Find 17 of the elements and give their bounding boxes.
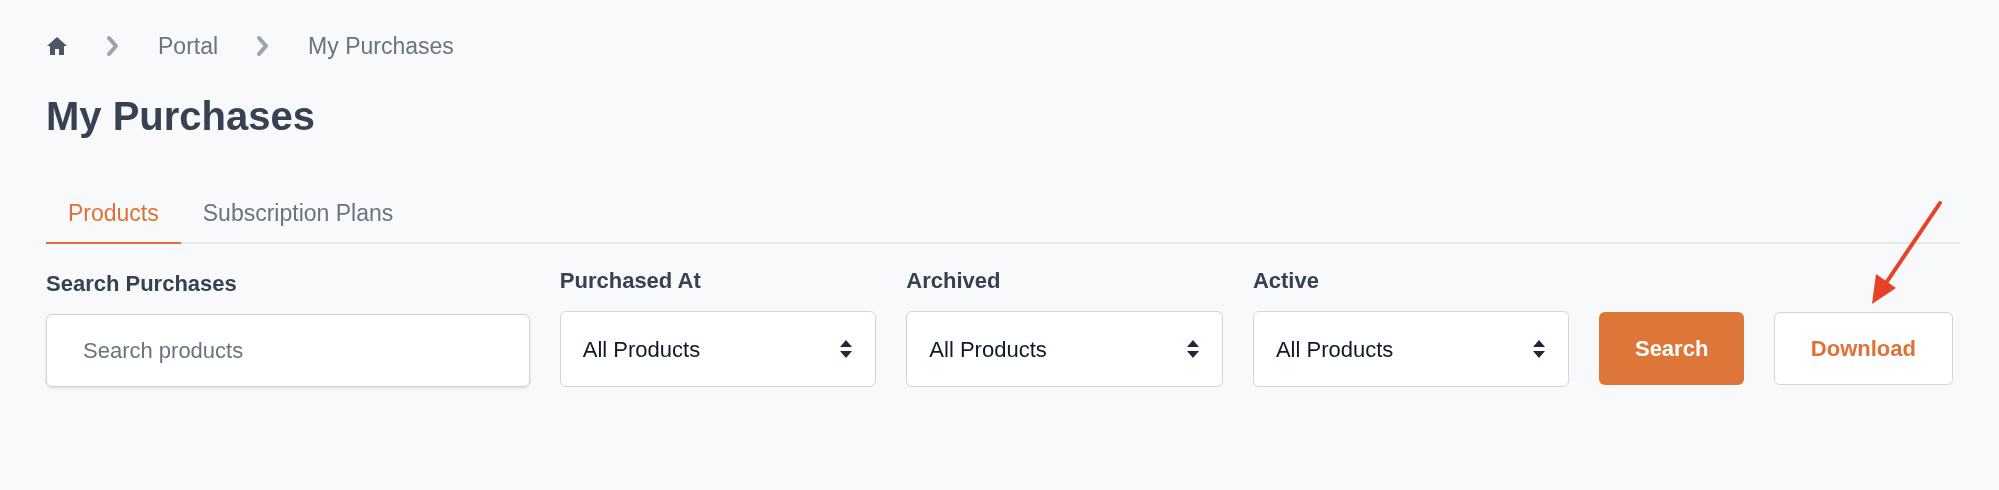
select-value: All Products: [582, 335, 701, 364]
select-dropdown[interactable]: All Products: [1252, 311, 1570, 387]
download-button[interactable]: Download: [1773, 312, 1953, 385]
select-dropdown[interactable]: All Products: [906, 311, 1223, 387]
field-label: Archived: [906, 267, 1002, 295]
tab[interactable]: Products: [46, 184, 181, 244]
page-title: My Purchases: [46, 93, 317, 140]
field-label: Search Purchases: [46, 270, 238, 298]
breadcrumb-link[interactable]: Portal: [158, 28, 219, 64]
field-label: Active: [1252, 267, 1320, 295]
search-button[interactable]: Search: [1599, 312, 1744, 385]
tab[interactable]: Subscription Plans: [180, 184, 416, 244]
select-value: All Products: [1275, 335, 1394, 364]
select-value: All Products: [929, 335, 1047, 364]
search-field[interactable]: Search products: [46, 314, 530, 387]
field-label: Purchased At: [559, 267, 702, 295]
select-dropdown[interactable]: All Products: [559, 311, 877, 387]
